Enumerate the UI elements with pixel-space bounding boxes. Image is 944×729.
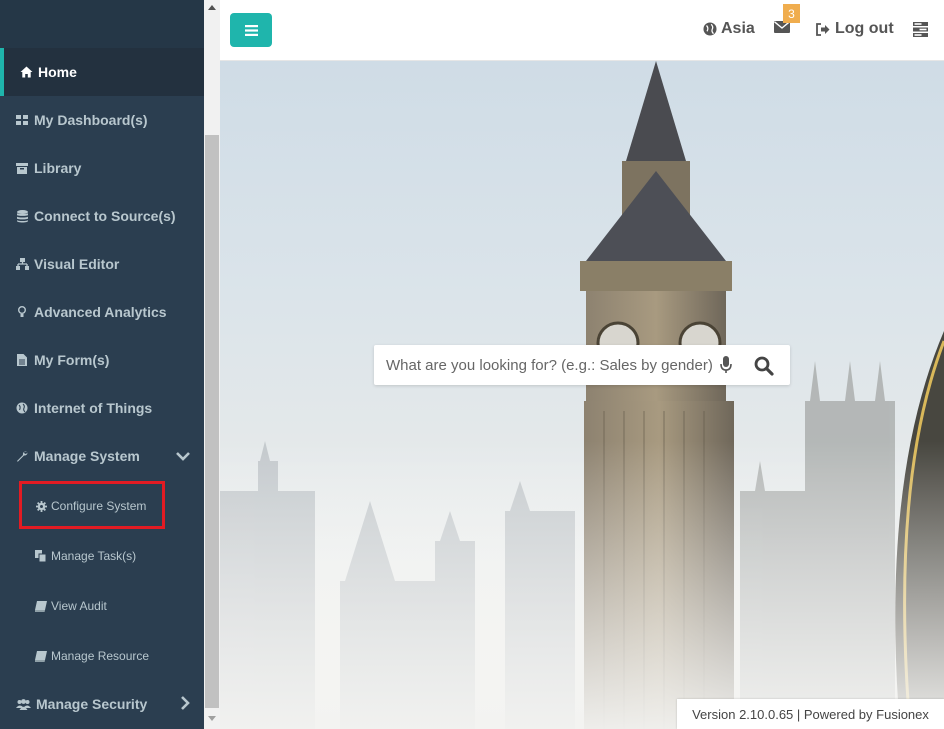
- server-icon: [913, 22, 928, 37]
- version-footer: Version 2.10.0.65 | Powered by Fusionex: [677, 699, 944, 729]
- sitemap-icon: [15, 257, 29, 271]
- sidebar-subitem-label: Manage Resource: [51, 649, 150, 663]
- logout-button[interactable]: Log out: [816, 20, 894, 38]
- sidebar-item-label: Library: [34, 160, 82, 176]
- wrench-icon: [15, 449, 29, 463]
- file-icon: [15, 353, 29, 367]
- sidebar-item-library[interactable]: Library: [0, 144, 204, 192]
- sidebar-item-manage-security[interactable]: Manage Security: [0, 680, 204, 728]
- sidebar-header: [0, 0, 204, 48]
- sidebar-item-label: Connect to Source(s): [34, 208, 176, 224]
- hamburger-icon: [244, 24, 258, 36]
- chevron-down-icon: [176, 448, 190, 464]
- sidebar-item-label: Internet of Things: [34, 400, 153, 416]
- sidebar-item-label: Home: [38, 64, 77, 80]
- sidebar-item-manage-system[interactable]: Manage System: [0, 432, 204, 480]
- app-window: Home My Dashboard(s) Library Connect to …: [0, 0, 944, 729]
- scroll-up-arrow-icon[interactable]: [208, 5, 216, 10]
- search-box: [374, 345, 790, 385]
- globe-icon: [703, 22, 717, 36]
- messages-count-badge: 3: [783, 4, 800, 23]
- sidebar-item-connect-source[interactable]: Connect to Source(s): [0, 192, 204, 240]
- sidebar-subitem-view-audit[interactable]: View Audit: [0, 581, 204, 631]
- sidebar-item-advanced-analytics[interactable]: Advanced Analytics: [0, 288, 204, 336]
- sidebar-subitem-manage-resource[interactable]: Manage Resource: [0, 631, 204, 681]
- menu-toggle-button[interactable]: [230, 13, 272, 47]
- sidebar-item-label: Manage System: [34, 448, 140, 464]
- sidebar-item-home[interactable]: Home: [0, 48, 204, 96]
- lightbulb-icon: [15, 305, 29, 319]
- sidebar-item-label: Visual Editor: [34, 256, 120, 272]
- microphone-icon[interactable]: [720, 356, 732, 379]
- search-input[interactable]: [384, 355, 718, 375]
- settings-panel-button[interactable]: [913, 22, 928, 42]
- sidebar-scrollbar[interactable]: [204, 0, 220, 729]
- users-icon: [15, 697, 31, 711]
- sidebar-subitem-label: Manage Task(s): [51, 549, 137, 563]
- book-icon: [35, 650, 47, 662]
- sidebar-item-label: Advanced Analytics: [34, 304, 167, 320]
- region-selector[interactable]: Asia: [703, 20, 755, 38]
- dashboard-icon: [15, 113, 29, 127]
- sign-out-icon: [816, 22, 830, 36]
- logout-label: Log out: [835, 20, 894, 37]
- sidebar-item-iot[interactable]: Internet of Things: [0, 384, 204, 432]
- region-label: Asia: [721, 20, 755, 37]
- scroll-down-arrow-icon[interactable]: [208, 716, 216, 721]
- book-icon: [35, 600, 47, 612]
- highlight-box: [19, 481, 165, 529]
- sidebar-item-my-forms[interactable]: My Form(s): [0, 336, 204, 384]
- copy-icon: [35, 550, 47, 562]
- sidebar: Home My Dashboard(s) Library Connect to …: [0, 0, 204, 729]
- search-icon[interactable]: [754, 356, 774, 381]
- sidebar-subitem-label: View Audit: [51, 599, 107, 613]
- hero-background-image: [220, 61, 944, 729]
- scroll-thumb[interactable]: [205, 135, 219, 708]
- sidebar-subitem-manage-tasks[interactable]: Manage Task(s): [0, 531, 204, 581]
- top-navbar: Asia 3 Log out: [220, 0, 944, 61]
- archive-icon: [15, 161, 29, 175]
- sidebar-item-label: Manage Security: [36, 696, 148, 712]
- chevron-right-icon: [180, 696, 190, 713]
- big-ben-illustration: [220, 61, 944, 729]
- sidebar-item-dashboards[interactable]: My Dashboard(s): [0, 96, 204, 144]
- sidebar-item-label: My Dashboard(s): [34, 112, 148, 128]
- globe-icon: [15, 401, 29, 415]
- sidebar-item-visual-editor[interactable]: Visual Editor: [0, 240, 204, 288]
- home-icon: [19, 65, 33, 79]
- database-icon: [15, 209, 29, 223]
- sidebar-item-label: My Form(s): [34, 352, 110, 368]
